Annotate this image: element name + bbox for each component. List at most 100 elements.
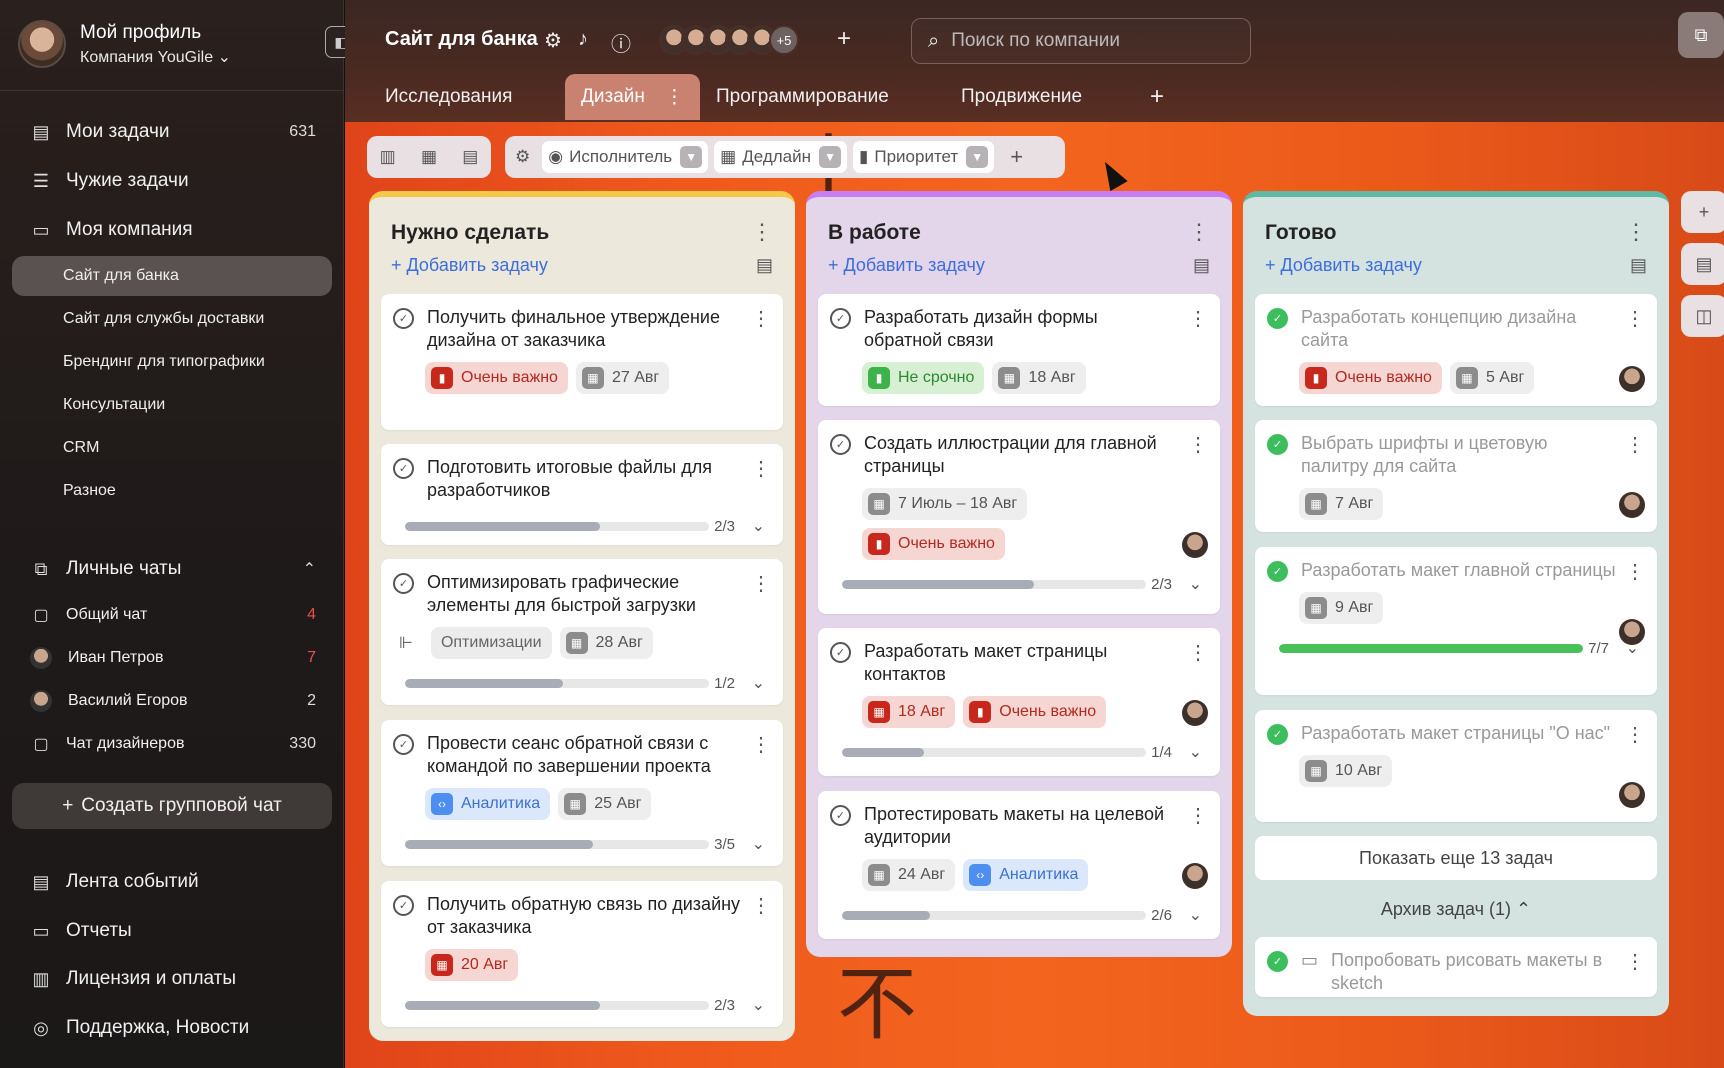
profile[interactable]: Мой профиль Компания YouGile ⌄: [18, 20, 231, 68]
chat-item[interactable]: Иван Петров 7: [12, 638, 332, 678]
chat-item[interactable]: ▢ Общий чат 4: [12, 595, 332, 635]
chat-item[interactable]: ▢ Чат дизайнеров 330: [12, 724, 332, 764]
check-circle-icon[interactable]: ✓: [393, 458, 414, 479]
bell-icon[interactable]: ♪: [578, 28, 588, 51]
nav-personal-chats[interactable]: ⧉ Личные чаты ⌃: [12, 549, 332, 589]
check-circle-icon[interactable]: ✓: [1267, 951, 1288, 972]
kebab-icon[interactable]: ⋮: [1625, 949, 1645, 974]
filter-deadline[interactable]: ▦ Дедлайн ▼: [714, 141, 848, 173]
project-members[interactable]: +5: [659, 25, 799, 55]
check-circle-icon[interactable]: ✓: [830, 308, 851, 329]
check-circle-icon[interactable]: ✓: [1267, 724, 1288, 745]
tab-programming[interactable]: Программирование: [716, 74, 889, 120]
kebab-icon[interactable]: ⋮: [1188, 432, 1208, 457]
kebab-icon[interactable]: ⋮: [1188, 219, 1210, 245]
kebab-icon[interactable]: ⋮: [1625, 219, 1647, 245]
task-card[interactable]: ✓ ⋮ Получить обратную связь по дизайну от…: [381, 881, 783, 1027]
task-card[interactable]: ✓ ⋮ Создать иллюстрации для главной стран…: [818, 420, 1220, 614]
create-group-chat-button[interactable]: + Создать групповой чат: [12, 783, 332, 829]
calendar-view-icon[interactable]: ▦: [421, 147, 437, 167]
nav-my-company[interactable]: ▭ Моя компания: [12, 210, 332, 250]
chevron-down-icon[interactable]: ⌄: [752, 995, 765, 1015]
more-members-badge[interactable]: +5: [769, 25, 799, 55]
nav-support[interactable]: ◎ Поддержка, Новости: [12, 1008, 332, 1048]
template-icon[interactable]: ▤: [1630, 255, 1647, 276]
tab-research[interactable]: Исследования: [385, 74, 512, 120]
chevron-down-icon[interactable]: ⌄: [1189, 574, 1202, 594]
check-circle-icon[interactable]: ✓: [1267, 434, 1288, 455]
help-icon[interactable]: ⓘ: [611, 28, 631, 57]
kebab-icon[interactable]: ⋮: [751, 893, 771, 918]
show-more-tasks-button[interactable]: Показать еще 13 задач: [1255, 836, 1657, 880]
template-icon[interactable]: ▤: [1193, 255, 1210, 276]
add-member-plus-icon[interactable]: +: [837, 25, 851, 53]
check-circle-icon[interactable]: ✓: [393, 308, 414, 329]
kanban-view-icon[interactable]: ▥: [380, 147, 396, 167]
kebab-icon[interactable]: ⋮: [1188, 640, 1208, 665]
task-card[interactable]: ✓ ⋮ Выбрать шрифты и цветовую палитру для…: [1255, 420, 1657, 532]
add-filter-plus-icon[interactable]: +: [1010, 144, 1023, 170]
archived-task-card[interactable]: ✓ ⋮ ▭ Попробовать рисовать макеты в sketch: [1255, 937, 1657, 997]
chevron-down-icon[interactable]: ⌄: [1189, 905, 1202, 925]
check-circle-icon[interactable]: ✓: [1267, 561, 1288, 582]
chevron-down-icon[interactable]: ⌄: [752, 673, 765, 693]
kebab-icon[interactable]: ⋮: [751, 306, 771, 331]
filter-priority[interactable]: ▮ Приоритет ▼: [853, 141, 995, 173]
check-circle-icon[interactable]: ✓: [393, 734, 414, 755]
task-card[interactable]: ✓ ⋮ Разработать концепцию дизайна сайта ▮…: [1255, 294, 1657, 406]
nav-my-tasks[interactable]: ▤ Мои задачи 631: [12, 112, 332, 152]
kebab-icon[interactable]: ⋮: [751, 456, 771, 481]
add-column-plus-icon[interactable]: +: [1681, 191, 1724, 233]
add-task-button[interactable]: + Добавить задачу: [828, 255, 985, 276]
task-card[interactable]: ✓ ⋮ Разработать дизайн формы обратной свя…: [818, 294, 1220, 406]
assignee-avatar[interactable]: [1182, 700, 1208, 726]
check-circle-icon[interactable]: ✓: [1267, 308, 1288, 329]
chevron-down-icon[interactable]: ⌄: [1626, 638, 1639, 658]
task-card[interactable]: ✓ ⋮ Получить финальное утверждение дизайн…: [381, 294, 783, 430]
split-view-icon[interactable]: ◫: [1681, 295, 1724, 337]
chat-panel-icon[interactable]: ⧉: [1678, 12, 1724, 58]
kebab-icon[interactable]: ⋮: [665, 86, 684, 109]
kebab-icon[interactable]: ⋮: [1625, 722, 1645, 747]
assignee-avatar[interactable]: [1619, 492, 1645, 518]
company-selector[interactable]: Компания YouGile ⌄: [80, 47, 231, 67]
chat-item[interactable]: Василий Егоров 2: [12, 681, 332, 721]
kebab-icon[interactable]: ⋮: [751, 571, 771, 596]
task-card[interactable]: ✓ ⋮ Разработать макет страницы "О нас" ▦ 1…: [1255, 710, 1657, 822]
gantt-view-icon[interactable]: ▤: [462, 147, 478, 167]
kebab-icon[interactable]: ⋮: [1625, 306, 1645, 331]
assignee-avatar[interactable]: [1182, 863, 1208, 889]
project-item[interactable]: Разное: [12, 471, 332, 511]
assignee-avatar[interactable]: [1182, 532, 1208, 558]
check-circle-icon[interactable]: ✓: [830, 805, 851, 826]
check-circle-icon[interactable]: ✓: [393, 573, 414, 594]
nav-reports[interactable]: ▭ Отчеты: [12, 911, 332, 951]
kebab-icon[interactable]: ⋮: [1625, 559, 1645, 584]
kebab-icon[interactable]: ⋮: [751, 219, 773, 245]
check-circle-icon[interactable]: ✓: [393, 895, 414, 916]
kebab-icon[interactable]: ⋮: [1625, 432, 1645, 457]
document-icon[interactable]: ▤: [1681, 243, 1724, 285]
nav-license[interactable]: ▥ Лицензия и оплаты: [12, 959, 332, 999]
task-card[interactable]: ✓ ⋮ Оптимизировать графические элементы д…: [381, 559, 783, 705]
project-item-bank-site[interactable]: Сайт для банка: [12, 256, 332, 296]
nav-feed[interactable]: ▤ Лента событий: [12, 862, 332, 902]
chevron-down-icon[interactable]: ⌄: [752, 516, 765, 536]
task-card[interactable]: ✓ ⋮ Протестировать макеты на целевой ауди…: [818, 791, 1220, 939]
add-tab-plus-icon[interactable]: +: [1150, 74, 1164, 120]
project-item[interactable]: Брендинг для типографики: [12, 342, 332, 382]
search-input[interactable]: ⌕ Поиск по компании: [911, 18, 1251, 64]
kebab-icon[interactable]: ⋮: [1188, 803, 1208, 828]
add-task-button[interactable]: + Добавить задачу: [391, 255, 548, 276]
nav-others-tasks[interactable]: ☰ Чужие задачи: [12, 161, 332, 201]
gear-icon[interactable]: ⚙: [544, 28, 562, 53]
template-icon[interactable]: ▤: [756, 255, 773, 276]
check-circle-icon[interactable]: ✓: [830, 434, 851, 455]
project-item[interactable]: Консультации: [12, 385, 332, 425]
chevron-down-icon[interactable]: ⌄: [1189, 742, 1202, 762]
project-item[interactable]: CRM: [12, 428, 332, 468]
task-card[interactable]: ✓ ⋮ Разработать макет страницы контактов …: [818, 628, 1220, 776]
tab-design[interactable]: Дизайн ⋮: [565, 74, 700, 120]
settings-icon[interactable]: ⚙: [515, 147, 530, 167]
chevron-down-icon[interactable]: ⌄: [752, 834, 765, 854]
